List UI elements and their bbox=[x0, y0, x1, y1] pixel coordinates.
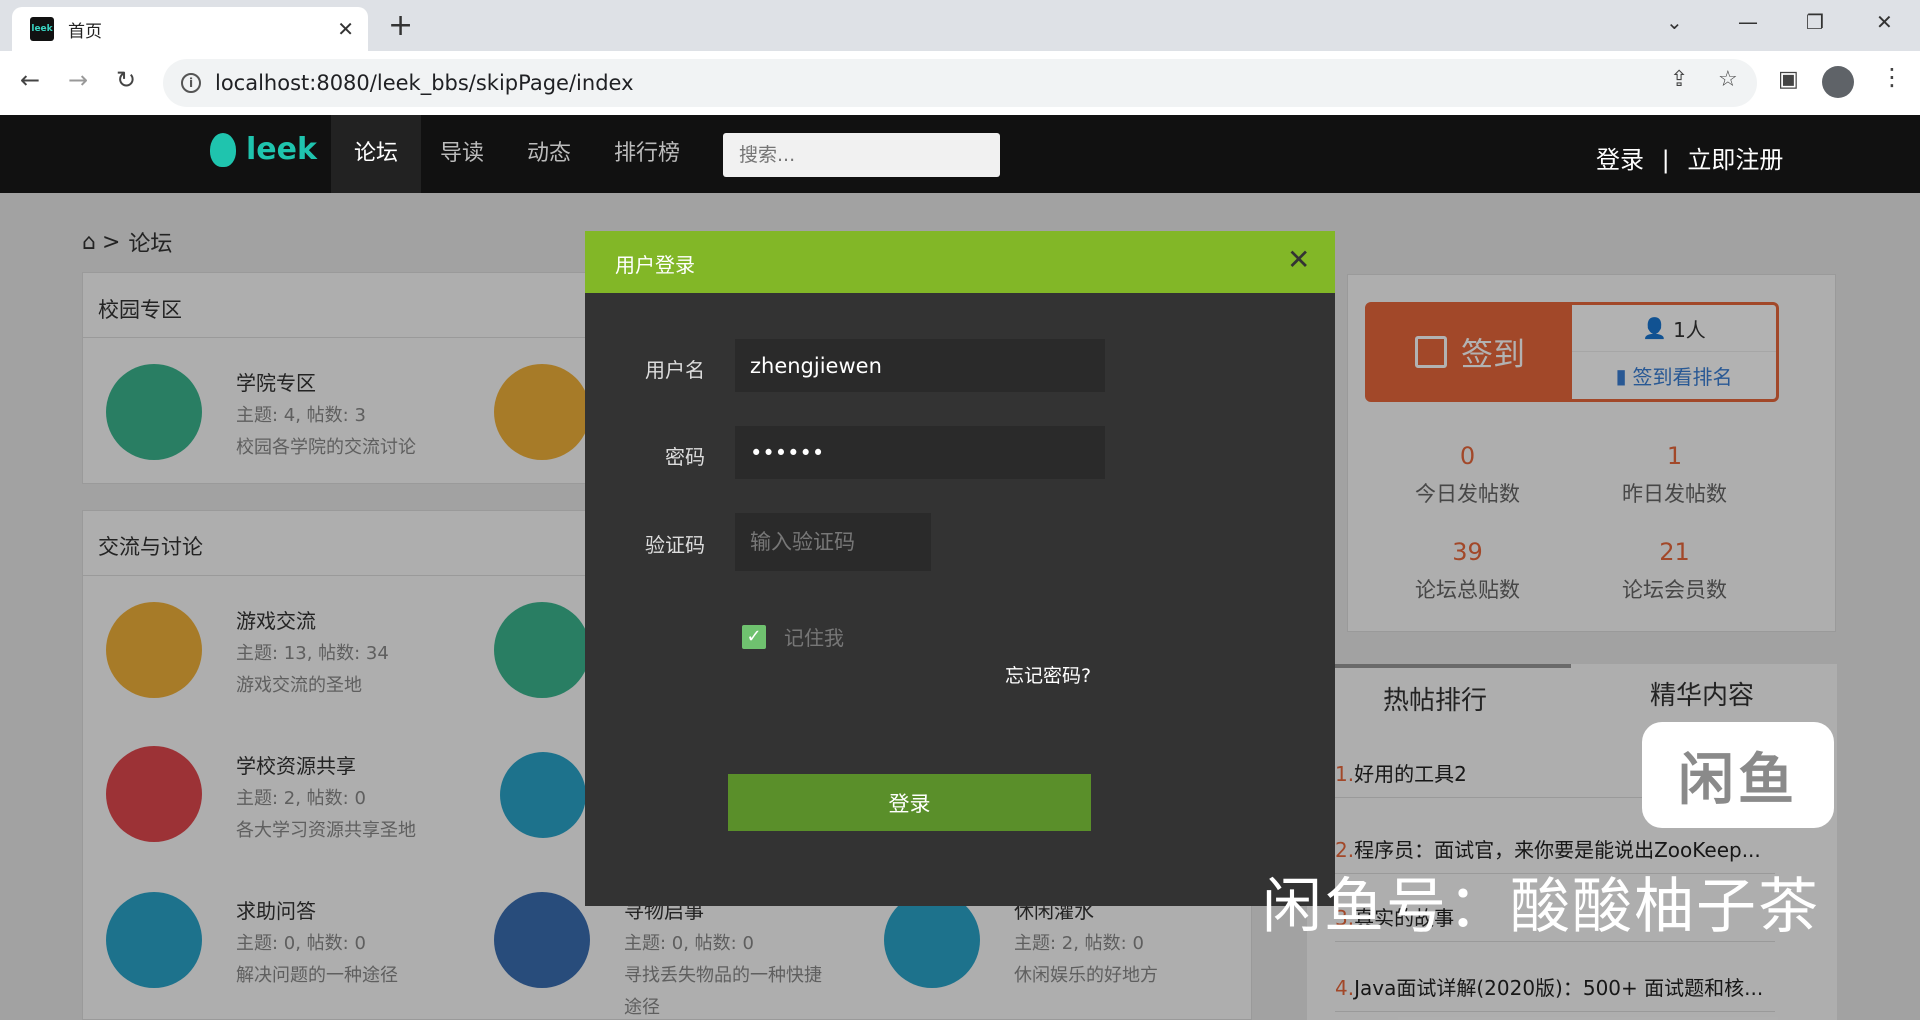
xianyu-watermark-logo: 闲鱼 bbox=[1642, 722, 1834, 828]
captcha-input[interactable] bbox=[735, 513, 931, 571]
leaf-logo-icon bbox=[210, 132, 236, 167]
tab-title: 首页 bbox=[68, 21, 102, 42]
username-input[interactable] bbox=[735, 339, 1105, 392]
login-submit-button[interactable]: 登录 bbox=[728, 774, 1091, 831]
captcha-label: 验证码 bbox=[645, 533, 705, 557]
logo-text: leek bbox=[246, 132, 317, 167]
window-close-icon[interactable]: ✕ bbox=[1876, 8, 1893, 36]
share-icon[interactable]: ⇪ bbox=[1670, 67, 1688, 92]
login-modal: 用户登录 ✕ 用户名 密码 验证码 ✓ 记住我 忘记密码? 登录 bbox=[585, 231, 1335, 906]
tab-close-icon[interactable]: ✕ bbox=[337, 17, 354, 41]
password-label: 密码 bbox=[665, 445, 705, 469]
profile-avatar-icon[interactable] bbox=[1822, 66, 1854, 98]
register-link[interactable]: 立即注册 bbox=[1687, 146, 1783, 174]
watermark-text: 闲鱼号：酸酸柚子茶 bbox=[1262, 872, 1820, 942]
close-icon[interactable]: ✕ bbox=[1287, 245, 1310, 275]
password-input[interactable] bbox=[735, 426, 1105, 479]
nav-forum[interactable]: 论坛 bbox=[331, 115, 422, 193]
omnibox[interactable]: i localhost:8080/leek_bbs/skipPage/index bbox=[163, 59, 1757, 107]
nav-activity[interactable]: 动态 bbox=[527, 115, 571, 193]
url-text: localhost:8080/leek_bbs/skipPage/index bbox=[215, 71, 634, 95]
modal-title: 用户登录 bbox=[615, 253, 695, 277]
new-tab-icon[interactable]: + bbox=[388, 8, 413, 44]
forward-icon[interactable]: → bbox=[68, 66, 88, 94]
remember-label: 记住我 bbox=[784, 626, 844, 650]
modal-header bbox=[585, 231, 1335, 293]
username-label: 用户名 bbox=[645, 358, 705, 382]
minimize-icon[interactable]: — bbox=[1738, 8, 1758, 36]
search-input[interactable] bbox=[723, 133, 1000, 177]
side-panel-icon[interactable]: ▣ bbox=[1778, 67, 1799, 92]
browser-tab[interactable]: leek 首页 ✕ bbox=[12, 7, 368, 51]
bookmark-star-icon[interactable]: ☆ bbox=[1718, 67, 1738, 92]
auth-links: 登录 | 立即注册 bbox=[1596, 140, 1783, 175]
tab-search-icon[interactable]: ⌄ bbox=[1666, 8, 1683, 36]
auth-separator: | bbox=[1661, 146, 1670, 174]
nav-ranking[interactable]: 排行榜 bbox=[614, 115, 680, 193]
remember-me-checkbox[interactable]: ✓ 记住我 bbox=[742, 622, 844, 651]
login-link[interactable]: 登录 bbox=[1596, 146, 1644, 174]
restore-icon[interactable]: ❐ bbox=[1806, 8, 1824, 36]
forgot-password-link[interactable]: 忘记密码? bbox=[1005, 661, 1091, 688]
site-info-icon[interactable]: i bbox=[181, 73, 201, 93]
wm-logo-text: 闲鱼 bbox=[1678, 747, 1798, 813]
checkmark-icon: ✓ bbox=[742, 624, 766, 649]
site-logo[interactable]: leek bbox=[210, 132, 317, 167]
favicon-icon: leek bbox=[30, 17, 54, 41]
nav-guide[interactable]: 导读 bbox=[440, 115, 484, 193]
browser-menu-icon[interactable]: ⋮ bbox=[1880, 63, 1904, 91]
back-icon[interactable]: ← bbox=[20, 66, 40, 94]
browser-tabbar: leek 首页 ✕ + ⌄ — ❐ ✕ bbox=[0, 0, 1920, 51]
reload-icon[interactable]: ↻ bbox=[116, 66, 136, 94]
